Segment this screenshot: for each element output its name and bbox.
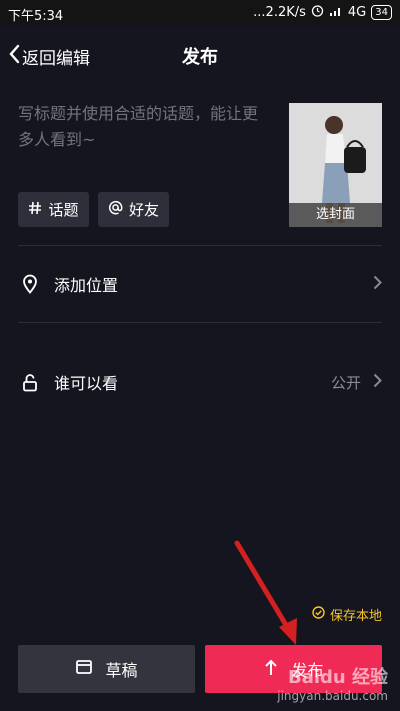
check-circle-icon: [312, 606, 325, 623]
watermark-brand: Baidu 经验: [287, 667, 388, 688]
cover-thumbnail[interactable]: 选封面: [289, 103, 382, 227]
add-location-label: 添加位置: [54, 276, 119, 295]
watermark-url: jingyan.baidu.com: [277, 689, 388, 703]
unlock-icon: [18, 373, 42, 392]
caption-input[interactable]: 写标题并使用合适的话题，能让更多人看到~: [18, 101, 273, 153]
location-pin-icon: [18, 274, 42, 294]
battery-icon: 34: [371, 5, 392, 20]
friend-label: 好友: [128, 201, 159, 219]
signal-icon: [329, 5, 343, 21]
at-icon: [108, 200, 123, 219]
baidu-watermark: Baidu 经验 jingyan.baidu.com: [277, 663, 388, 703]
chevron-right-icon: [373, 373, 382, 392]
visibility-row[interactable]: 谁可以看 公开: [18, 362, 382, 402]
save-local-label: 保存本地: [329, 609, 382, 624]
divider: [18, 322, 382, 323]
visibility-label: 谁可以看: [54, 374, 119, 393]
status-time: 下午5:34: [8, 9, 64, 24]
save-local-toggle[interactable]: 保存本地: [312, 605, 382, 624]
hashtag-icon: [28, 201, 42, 219]
draft-box-icon: [75, 659, 93, 679]
status-bar: 下午5:34 ...2.2K/s 4G 34: [0, 0, 400, 26]
draft-label: 草稿: [105, 661, 138, 680]
page-title: 发布: [182, 47, 218, 68]
add-location-row[interactable]: 添加位置: [18, 264, 382, 304]
status-indicators: ...2.2K/s 4G 34: [253, 4, 392, 21]
header: 返回编辑 发布: [0, 26, 400, 84]
draft-button[interactable]: 草稿: [18, 645, 195, 693]
select-cover-label: 选封面: [289, 203, 382, 227]
topic-chip[interactable]: 话题: [18, 192, 89, 227]
chevron-right-icon: [373, 275, 382, 294]
visibility-value: 公开: [330, 373, 361, 392]
friend-chip[interactable]: 好友: [98, 192, 169, 227]
topic-label: 话题: [48, 201, 79, 219]
net-speed: ...2.2K/s: [253, 5, 306, 20]
alarm-icon: [311, 4, 324, 21]
network-type: 4G: [347, 5, 367, 20]
divider: [18, 245, 382, 246]
